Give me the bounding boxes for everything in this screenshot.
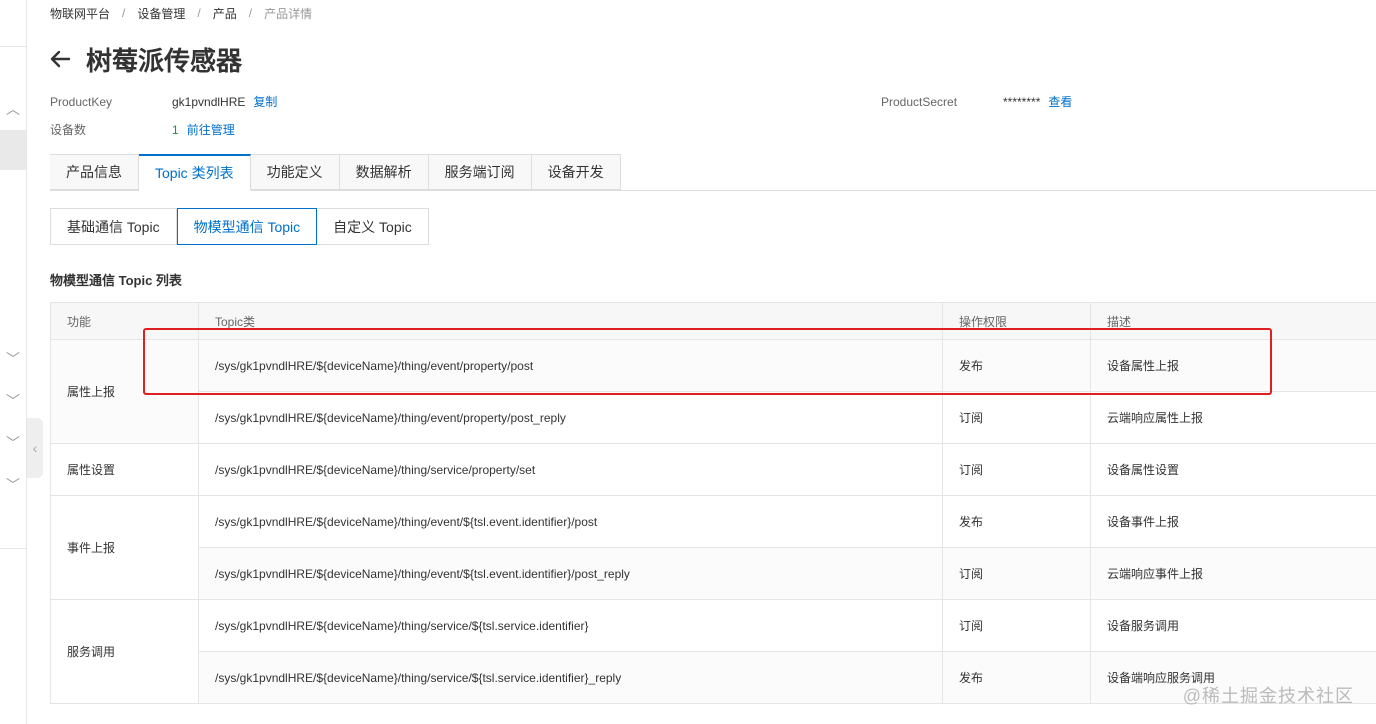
title-row: 树莓派传感器 xyxy=(48,40,242,78)
topic-cell: /sys/gk1pvndlHRE/${deviceName}/thing/eve… xyxy=(198,547,943,600)
subtab-thing-model-topic[interactable]: 物模型通信 Topic xyxy=(176,208,318,245)
topic-cell: /sys/gk1pvndlHRE/${deviceName}/thing/eve… xyxy=(198,495,943,548)
function-cell: 事件上报 xyxy=(50,495,199,600)
permission-cell: 发布 xyxy=(942,651,1091,704)
chevron-down-icon[interactable]: ﹀ xyxy=(4,434,22,452)
function-cell: 服务调用 xyxy=(50,599,199,704)
breadcrumb: 物联网平台 / 设备管理 / 产品 / 产品详情 xyxy=(50,4,312,22)
topic-cell: /sys/gk1pvndlHRE/${deviceName}/thing/ser… xyxy=(198,599,943,652)
product-secret-value: ******** xyxy=(1003,94,1041,109)
tab-device-development[interactable]: 设备开发 xyxy=(531,154,621,190)
tab-server-subscription[interactable]: 服务端订阅 xyxy=(428,154,532,190)
main-tabs: 产品信息 Topic 类列表 功能定义 数据解析 服务端订阅 设备开发 xyxy=(50,154,1376,191)
header-permission: 操作权限 xyxy=(942,302,1091,340)
device-count-row: 设备数 1 前往管理 xyxy=(50,121,235,138)
product-key-label: ProductKey xyxy=(50,94,113,109)
permission-cell: 订阅 xyxy=(942,599,1091,652)
function-cell: 属性上报 xyxy=(50,339,199,444)
tab-function-definition[interactable]: 功能定义 xyxy=(250,154,340,190)
sidebar-collapse-handle[interactable]: ‹ xyxy=(27,418,43,478)
description-cell: 设备属性设置 xyxy=(1090,443,1376,496)
description-cell: 云端响应事件上报 xyxy=(1090,547,1376,600)
section-title: 物模型通信 Topic 列表 xyxy=(50,273,182,288)
header-description: 描述 xyxy=(1090,302,1376,340)
breadcrumb-item[interactable]: 产品 xyxy=(213,5,237,22)
description-cell: 云端响应属性上报 xyxy=(1090,391,1376,444)
breadcrumb-item[interactable]: 设备管理 xyxy=(137,5,185,22)
chevron-down-icon[interactable]: ﹀ xyxy=(4,392,22,410)
topic-cell: /sys/gk1pvndlHRE/${deviceName}/thing/ser… xyxy=(198,443,943,496)
tab-topic-list[interactable]: Topic 类列表 xyxy=(139,154,251,191)
view-secret-link[interactable]: 查看 xyxy=(1048,93,1072,110)
product-secret-label: ProductSecret xyxy=(881,94,958,109)
table-row: /sys/gk1pvndlHRE/${deviceName}/thing/ser… xyxy=(51,651,1376,704)
table-header-row: 功能 Topic类 操作权限 描述 xyxy=(50,302,1376,340)
permission-cell: 发布 xyxy=(942,339,1091,392)
table-row: /sys/gk1pvndlHRE/${deviceName}/thing/eve… xyxy=(51,547,1376,600)
table-row: 服务调用 /sys/gk1pvndlHRE/${deviceName}/thin… xyxy=(50,599,1376,704)
chevron-left-icon: ‹ xyxy=(32,440,38,456)
sub-tabs: 基础通信 Topic 物模型通信 Topic 自定义 Topic xyxy=(50,208,429,245)
header-topic: Topic类 xyxy=(198,302,943,340)
copy-link[interactable]: 复制 xyxy=(253,93,277,110)
subtab-basic-topic[interactable]: 基础通信 Topic xyxy=(50,208,177,245)
sidebar-selected-block xyxy=(0,130,26,170)
breadcrumb-current: 产品详情 xyxy=(264,6,313,21)
left-sidebar: ︿ ﹀ ﹀ ﹀ ﹀ xyxy=(0,0,27,724)
product-key-value: gk1pvndlHRE xyxy=(172,94,246,109)
chevron-down-icon[interactable]: ﹀ xyxy=(4,476,22,494)
topic-cell: /sys/gk1pvndlHRE/${deviceName}/thing/eve… xyxy=(198,339,943,392)
breadcrumb-separator: / xyxy=(197,6,201,20)
header-function: 功能 xyxy=(50,302,199,340)
back-arrow-icon[interactable] xyxy=(48,47,72,71)
product-secret-row: ProductSecret ******** 查看 xyxy=(881,93,1072,110)
manage-devices-link[interactable]: 前往管理 xyxy=(187,121,235,138)
topic-cell: /sys/gk1pvndlHRE/${deviceName}/thing/eve… xyxy=(198,391,943,444)
chevron-up-icon[interactable]: ︿ xyxy=(4,100,22,118)
device-count-label: 设备数 xyxy=(50,123,87,137)
breadcrumb-item[interactable]: 物联网平台 xyxy=(50,5,110,22)
description-cell: 设备服务调用 xyxy=(1090,599,1376,652)
permission-cell: 发布 xyxy=(942,495,1091,548)
permission-cell: 订阅 xyxy=(942,443,1091,496)
breadcrumb-separator: / xyxy=(122,6,126,20)
watermark: @稀土掘金技术社区 xyxy=(1182,686,1354,706)
device-count-value: 1 xyxy=(172,122,179,137)
description-cell: 设备事件上报 xyxy=(1090,495,1376,548)
topic-cell: /sys/gk1pvndlHRE/${deviceName}/thing/ser… xyxy=(198,651,943,704)
function-cell: 属性设置 xyxy=(50,443,199,496)
permission-cell: 订阅 xyxy=(942,547,1091,600)
subtab-custom-topic[interactable]: 自定义 Topic xyxy=(317,208,429,245)
table-row: 属性上报 /sys/gk1pvndlHRE/${deviceName}/thin… xyxy=(50,339,1376,444)
description-cell: 设备属性上报 xyxy=(1090,339,1376,392)
page-title: 树莓派传感器 xyxy=(86,45,243,76)
table-row: 属性设置 /sys/gk1pvndlHRE/${deviceName}/thin… xyxy=(50,443,1376,496)
page: ︿ ﹀ ﹀ ﹀ ﹀ ‹ 物联网平台 / 设备管理 / 产品 / 产品详情 树莓派… xyxy=(0,0,1376,724)
product-key-row: ProductKey gk1pvndlHRE 复制 xyxy=(50,93,277,110)
table-row: /sys/gk1pvndlHRE/${deviceName}/thing/eve… xyxy=(51,391,1376,444)
tab-product-info[interactable]: 产品信息 xyxy=(50,154,139,190)
sidebar-divider xyxy=(0,548,26,549)
chevron-down-icon[interactable]: ﹀ xyxy=(4,350,22,368)
table-row: 事件上报 /sys/gk1pvndlHRE/${deviceName}/thin… xyxy=(50,495,1376,600)
sidebar-divider xyxy=(0,46,26,47)
topic-table: 功能 Topic类 操作权限 描述 属性上报 /sys/gk1pvndlHRE/… xyxy=(50,302,1376,704)
breadcrumb-separator: / xyxy=(248,6,253,20)
permission-cell: 订阅 xyxy=(942,391,1091,444)
tab-data-parsing[interactable]: 数据解析 xyxy=(339,154,429,190)
